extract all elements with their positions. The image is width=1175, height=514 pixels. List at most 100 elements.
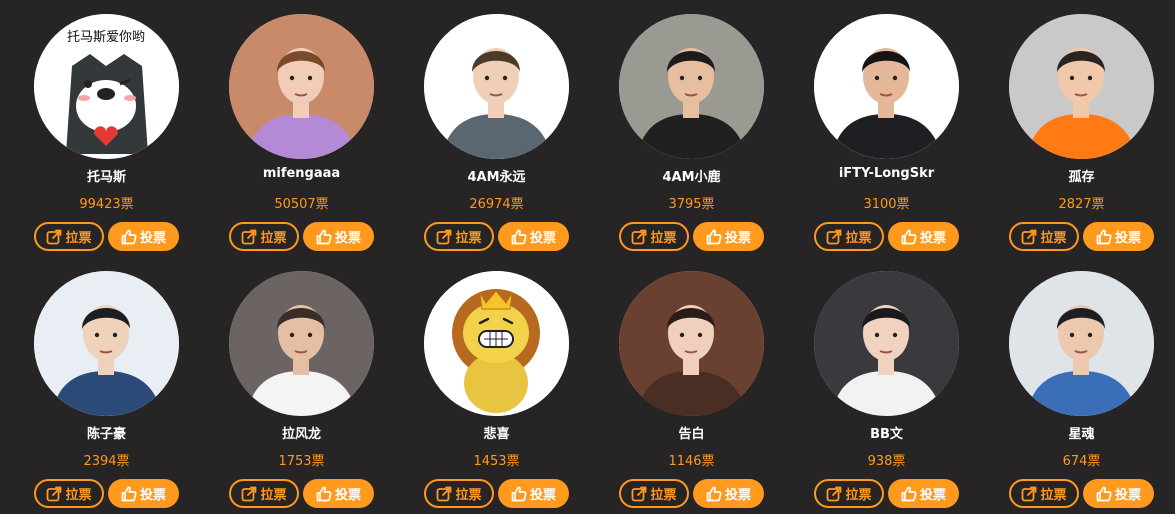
share-icon [826, 486, 842, 502]
candidate-name: 4AM永远 [467, 170, 526, 185]
pull-votes-button[interactable]: 拉票 [424, 222, 494, 251]
vote-button[interactable]: 投票 [108, 479, 179, 508]
thumbs-up-icon [706, 229, 722, 245]
vote-label: 投票 [1114, 488, 1141, 503]
vote-count: 3100票 [863, 197, 910, 212]
vote-count: 2394票 [83, 454, 130, 469]
vote-button[interactable]: 投票 [888, 479, 959, 508]
candidate-card: 悲喜 1453票 拉票 投票 [390, 257, 585, 514]
vote-button[interactable]: 投票 [693, 222, 764, 251]
vote-label: 投票 [529, 231, 556, 246]
vote-label: 投票 [139, 488, 166, 503]
vote-count: 99423票 [79, 197, 134, 212]
vote-count: 26974票 [469, 197, 524, 212]
vote-count: 1146票 [668, 454, 715, 469]
vote-count: 1753票 [278, 454, 325, 469]
avatar[interactable] [814, 14, 959, 159]
vote-button[interactable]: 投票 [693, 479, 764, 508]
vote-label: 投票 [334, 231, 361, 246]
candidate-name: 托马斯 [86, 170, 126, 185]
vote-button[interactable]: 投票 [1083, 222, 1154, 251]
candidate-card: mifengaaa 50507票拉票 投票 [195, 0, 390, 257]
pull-votes-button[interactable]: 拉票 [229, 222, 299, 251]
thumbs-up-icon [706, 486, 722, 502]
share-icon [241, 229, 257, 245]
thumbs-up-icon [1096, 229, 1112, 245]
share-icon [46, 486, 62, 502]
share-icon [826, 229, 842, 245]
vote-button[interactable]: 投票 [1083, 479, 1154, 508]
pull-votes-label: 拉票 [455, 231, 482, 246]
vote-button[interactable]: 投票 [303, 222, 374, 251]
pull-votes-label: 拉票 [260, 231, 287, 246]
vote-button[interactable]: 投票 [498, 222, 569, 251]
pull-votes-label: 拉票 [65, 231, 92, 246]
candidate-card: 4AM小鹿 3795票拉票 投票 [585, 0, 780, 257]
svg-text:托马斯爱你哟: 托马斯爱你哟 [67, 30, 145, 45]
avatar[interactable] [229, 14, 374, 159]
pull-votes-button[interactable]: 拉票 [229, 479, 299, 508]
avatar[interactable] [1009, 271, 1154, 416]
pull-votes-button[interactable]: 拉票 [424, 479, 494, 508]
thumbs-up-icon [511, 229, 527, 245]
vote-count: 938票 [867, 454, 906, 469]
avatar[interactable] [424, 14, 569, 159]
vote-count: 2827票 [1058, 197, 1105, 212]
vote-count: 3795票 [668, 197, 715, 212]
share-icon [631, 486, 647, 502]
candidate-name: 拉风龙 [281, 427, 321, 442]
avatar[interactable] [814, 271, 959, 416]
vote-button[interactable]: 投票 [303, 479, 374, 508]
candidate-card: 陈子豪 2394票 拉票 投票 [0, 257, 195, 514]
pull-votes-label: 拉票 [65, 488, 92, 503]
candidate-card: 拉风龙 1753票拉票 投票 [195, 257, 390, 514]
avatar[interactable] [34, 271, 179, 416]
pull-votes-button[interactable]: 拉票 [619, 222, 689, 251]
vote-label: 投票 [724, 231, 751, 246]
pull-votes-label: 拉票 [650, 488, 677, 503]
vote-label: 投票 [919, 488, 946, 503]
avatar[interactable] [619, 271, 764, 416]
vote-count: 674票 [1062, 454, 1101, 469]
candidate-name: 悲喜 [483, 427, 510, 442]
share-icon [436, 486, 452, 502]
pull-votes-button[interactable]: 拉票 [34, 479, 104, 508]
vote-label: 投票 [724, 488, 751, 503]
share-icon [436, 229, 452, 245]
candidate-card: BB文 938票拉票 投票 [780, 257, 975, 514]
avatar[interactable]: 托马斯爱你哟 [34, 14, 179, 159]
candidate-name: mifengaaa [262, 166, 341, 181]
vote-label: 投票 [529, 488, 556, 503]
pull-votes-button[interactable]: 拉票 [1009, 479, 1079, 508]
candidate-card: 孤存 2827票拉票 投票 [975, 0, 1170, 257]
candidate-card: 星魂 674票拉票 投票 [975, 257, 1170, 514]
avatar[interactable] [619, 14, 764, 159]
pull-votes-label: 拉票 [845, 488, 872, 503]
thumbs-up-icon [121, 229, 137, 245]
pull-votes-button[interactable]: 拉票 [814, 222, 884, 251]
candidate-name: BB文 [870, 427, 903, 442]
vote-button[interactable]: 投票 [888, 222, 959, 251]
avatar[interactable] [424, 271, 569, 416]
candidate-name: 4AM小鹿 [662, 170, 721, 185]
vote-button[interactable]: 投票 [498, 479, 569, 508]
candidate-name: 星魂 [1068, 427, 1095, 442]
pull-votes-button[interactable]: 拉票 [814, 479, 884, 508]
candidate-name: iFTY-LongSkr [838, 166, 935, 181]
pull-votes-label: 拉票 [650, 231, 677, 246]
pull-votes-button[interactable]: 拉票 [1009, 222, 1079, 251]
pull-votes-button[interactable]: 拉票 [34, 222, 104, 251]
candidate-card: 4AM永远 26974票拉票 投票 [390, 0, 585, 257]
avatar[interactable] [1009, 14, 1154, 159]
pull-votes-label: 拉票 [455, 488, 482, 503]
vote-button[interactable]: 投票 [108, 222, 179, 251]
thumbs-up-icon [1096, 486, 1112, 502]
share-icon [46, 229, 62, 245]
pull-votes-button[interactable]: 拉票 [619, 479, 689, 508]
vote-count: 50507票 [274, 197, 329, 212]
avatar[interactable] [229, 271, 374, 416]
thumbs-up-icon [901, 486, 917, 502]
share-icon [631, 229, 647, 245]
candidate-grid: 托马斯爱你哟 托马斯 99423票 拉票 投票 mifengaaa 50507票 拉票 投票 4A… [0, 0, 1175, 514]
candidate-name: 孤存 [1068, 170, 1095, 185]
